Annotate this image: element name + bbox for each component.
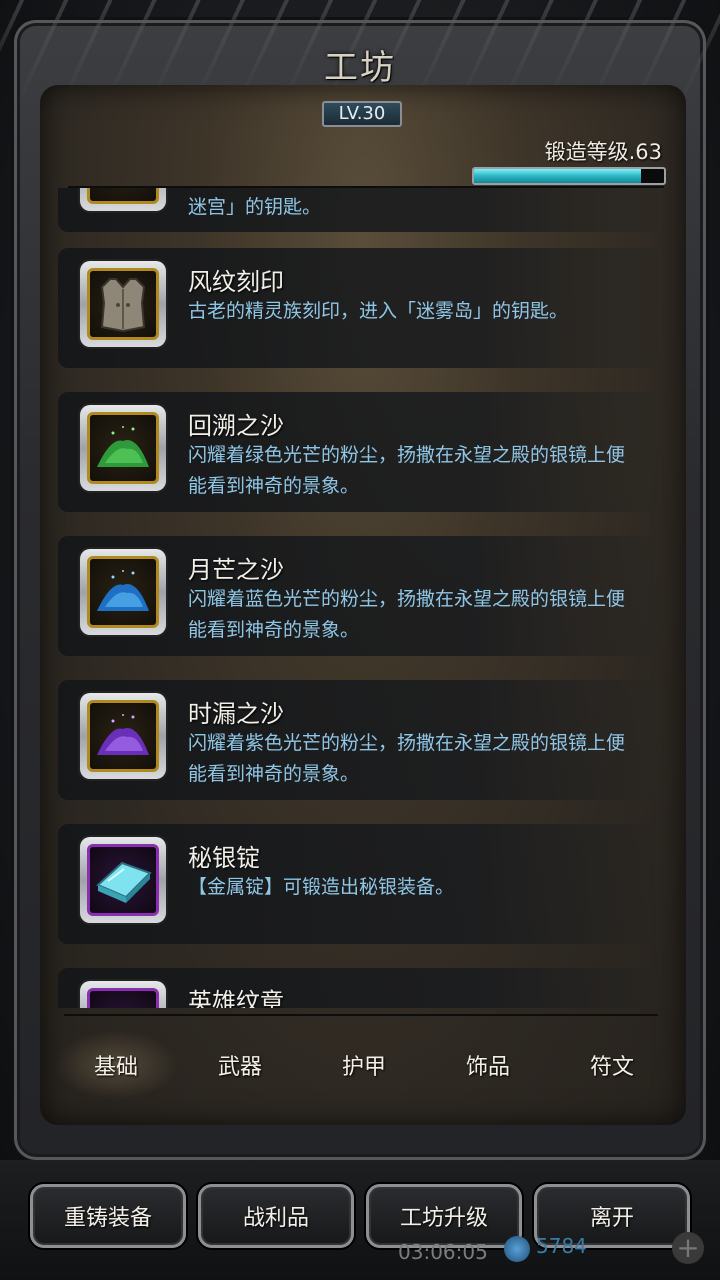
item-icon-frame (80, 261, 166, 347)
currency-value: 5784 (536, 1234, 587, 1258)
list-item[interactable]: 英雄纹章 (58, 968, 658, 1008)
item-description: 古老的精灵族刻印，进入「迷雾岛」的钥匙。 (188, 300, 569, 322)
green-sand-icon (87, 412, 159, 484)
item-icon-frame (80, 405, 166, 491)
tab-runes[interactable]: 符文 (550, 1030, 674, 1100)
item-icon-frame (80, 693, 166, 779)
tab-accessories[interactable]: 饰品 (426, 1030, 550, 1100)
item-description: 【金属锭】可锻造出秘银装备。 (188, 876, 455, 898)
plus-icon[interactable]: + (672, 1232, 704, 1264)
item-name: 英雄纹章 (188, 988, 284, 1008)
category-tabs: 基础 武器 护甲 饰品 符文 (54, 1030, 674, 1100)
item-icon-frame (80, 981, 166, 1008)
partial-gold-item-icon (87, 188, 159, 204)
timer-text: 03:06:05 (398, 1240, 488, 1264)
item-name: 风纹刻印 (188, 268, 284, 296)
tab-armor[interactable]: 护甲 (302, 1030, 426, 1100)
item-name: 时漏之沙 (188, 700, 284, 728)
list-item[interactable]: 月芒之沙 闪耀着蓝色光芒的粉尘，扬撒在永望之殿的银镜上便能看到神奇的景象。 (58, 536, 658, 656)
item-name: 月芒之沙 (188, 556, 284, 584)
item-list[interactable]: 迷宫」的钥匙。 风纹刻印 古老的精灵族刻印，进入「迷雾岛」的钥匙。 回溯之沙 闪… (58, 188, 666, 1008)
page-title: 工坊 (324, 48, 396, 88)
tab-divider (64, 1014, 658, 1016)
item-description: 闪耀着蓝色光芒的粉尘，扬撒在永望之殿的银镜上便能看到神奇的景象。 (188, 588, 626, 641)
gem-icon (504, 1236, 530, 1262)
forge-progress-bar (472, 167, 666, 185)
item-icon-frame (80, 837, 166, 923)
tab-weapons[interactable]: 武器 (178, 1030, 302, 1100)
list-item[interactable]: 回溯之沙 闪耀着绿色光芒的粉尘，扬撒在永望之殿的银镜上便能看到神奇的景象。 (58, 392, 658, 512)
workshop-level-badge: LV.30 (322, 101, 402, 127)
loot-button[interactable]: 战利品 (198, 1184, 354, 1248)
list-item[interactable]: 秘银锭 【金属锭】可锻造出秘银装备。 (58, 824, 658, 944)
list-item[interactable]: 迷宫」的钥匙。 (58, 188, 658, 232)
item-description: 迷宫」的钥匙。 (188, 196, 322, 218)
item-icon-frame (80, 188, 166, 211)
forge-progress-fill (474, 169, 642, 183)
hero-emblem-icon (87, 988, 159, 1008)
item-name: 秘银锭 (188, 844, 260, 872)
workshop-upgrade-button[interactable]: 工坊升级 (366, 1184, 522, 1248)
blue-sand-icon (87, 556, 159, 628)
item-icon-frame (80, 549, 166, 635)
item-description: 闪耀着紫色光芒的粉尘，扬撒在永望之殿的银镜上便能看到神奇的景象。 (188, 732, 626, 785)
purple-sand-icon (87, 700, 159, 772)
list-item[interactable]: 风纹刻印 古老的精灵族刻印，进入「迷雾岛」的钥匙。 (58, 248, 658, 368)
forge-level-label: 锻造等级.63 (544, 140, 662, 164)
vest-emblem-icon (87, 268, 159, 340)
list-item[interactable]: 时漏之沙 闪耀着紫色光芒的粉尘，扬撒在永望之殿的银镜上便能看到神奇的景象。 (58, 680, 658, 800)
reforge-equipment-button[interactable]: 重铸装备 (30, 1184, 186, 1248)
item-description: 闪耀着绿色光芒的粉尘，扬撒在永望之殿的银镜上便能看到神奇的景象。 (188, 444, 626, 497)
tab-basic[interactable]: 基础 (54, 1030, 178, 1100)
mithril-ingot-icon (87, 844, 159, 916)
item-name: 回溯之沙 (188, 412, 284, 440)
